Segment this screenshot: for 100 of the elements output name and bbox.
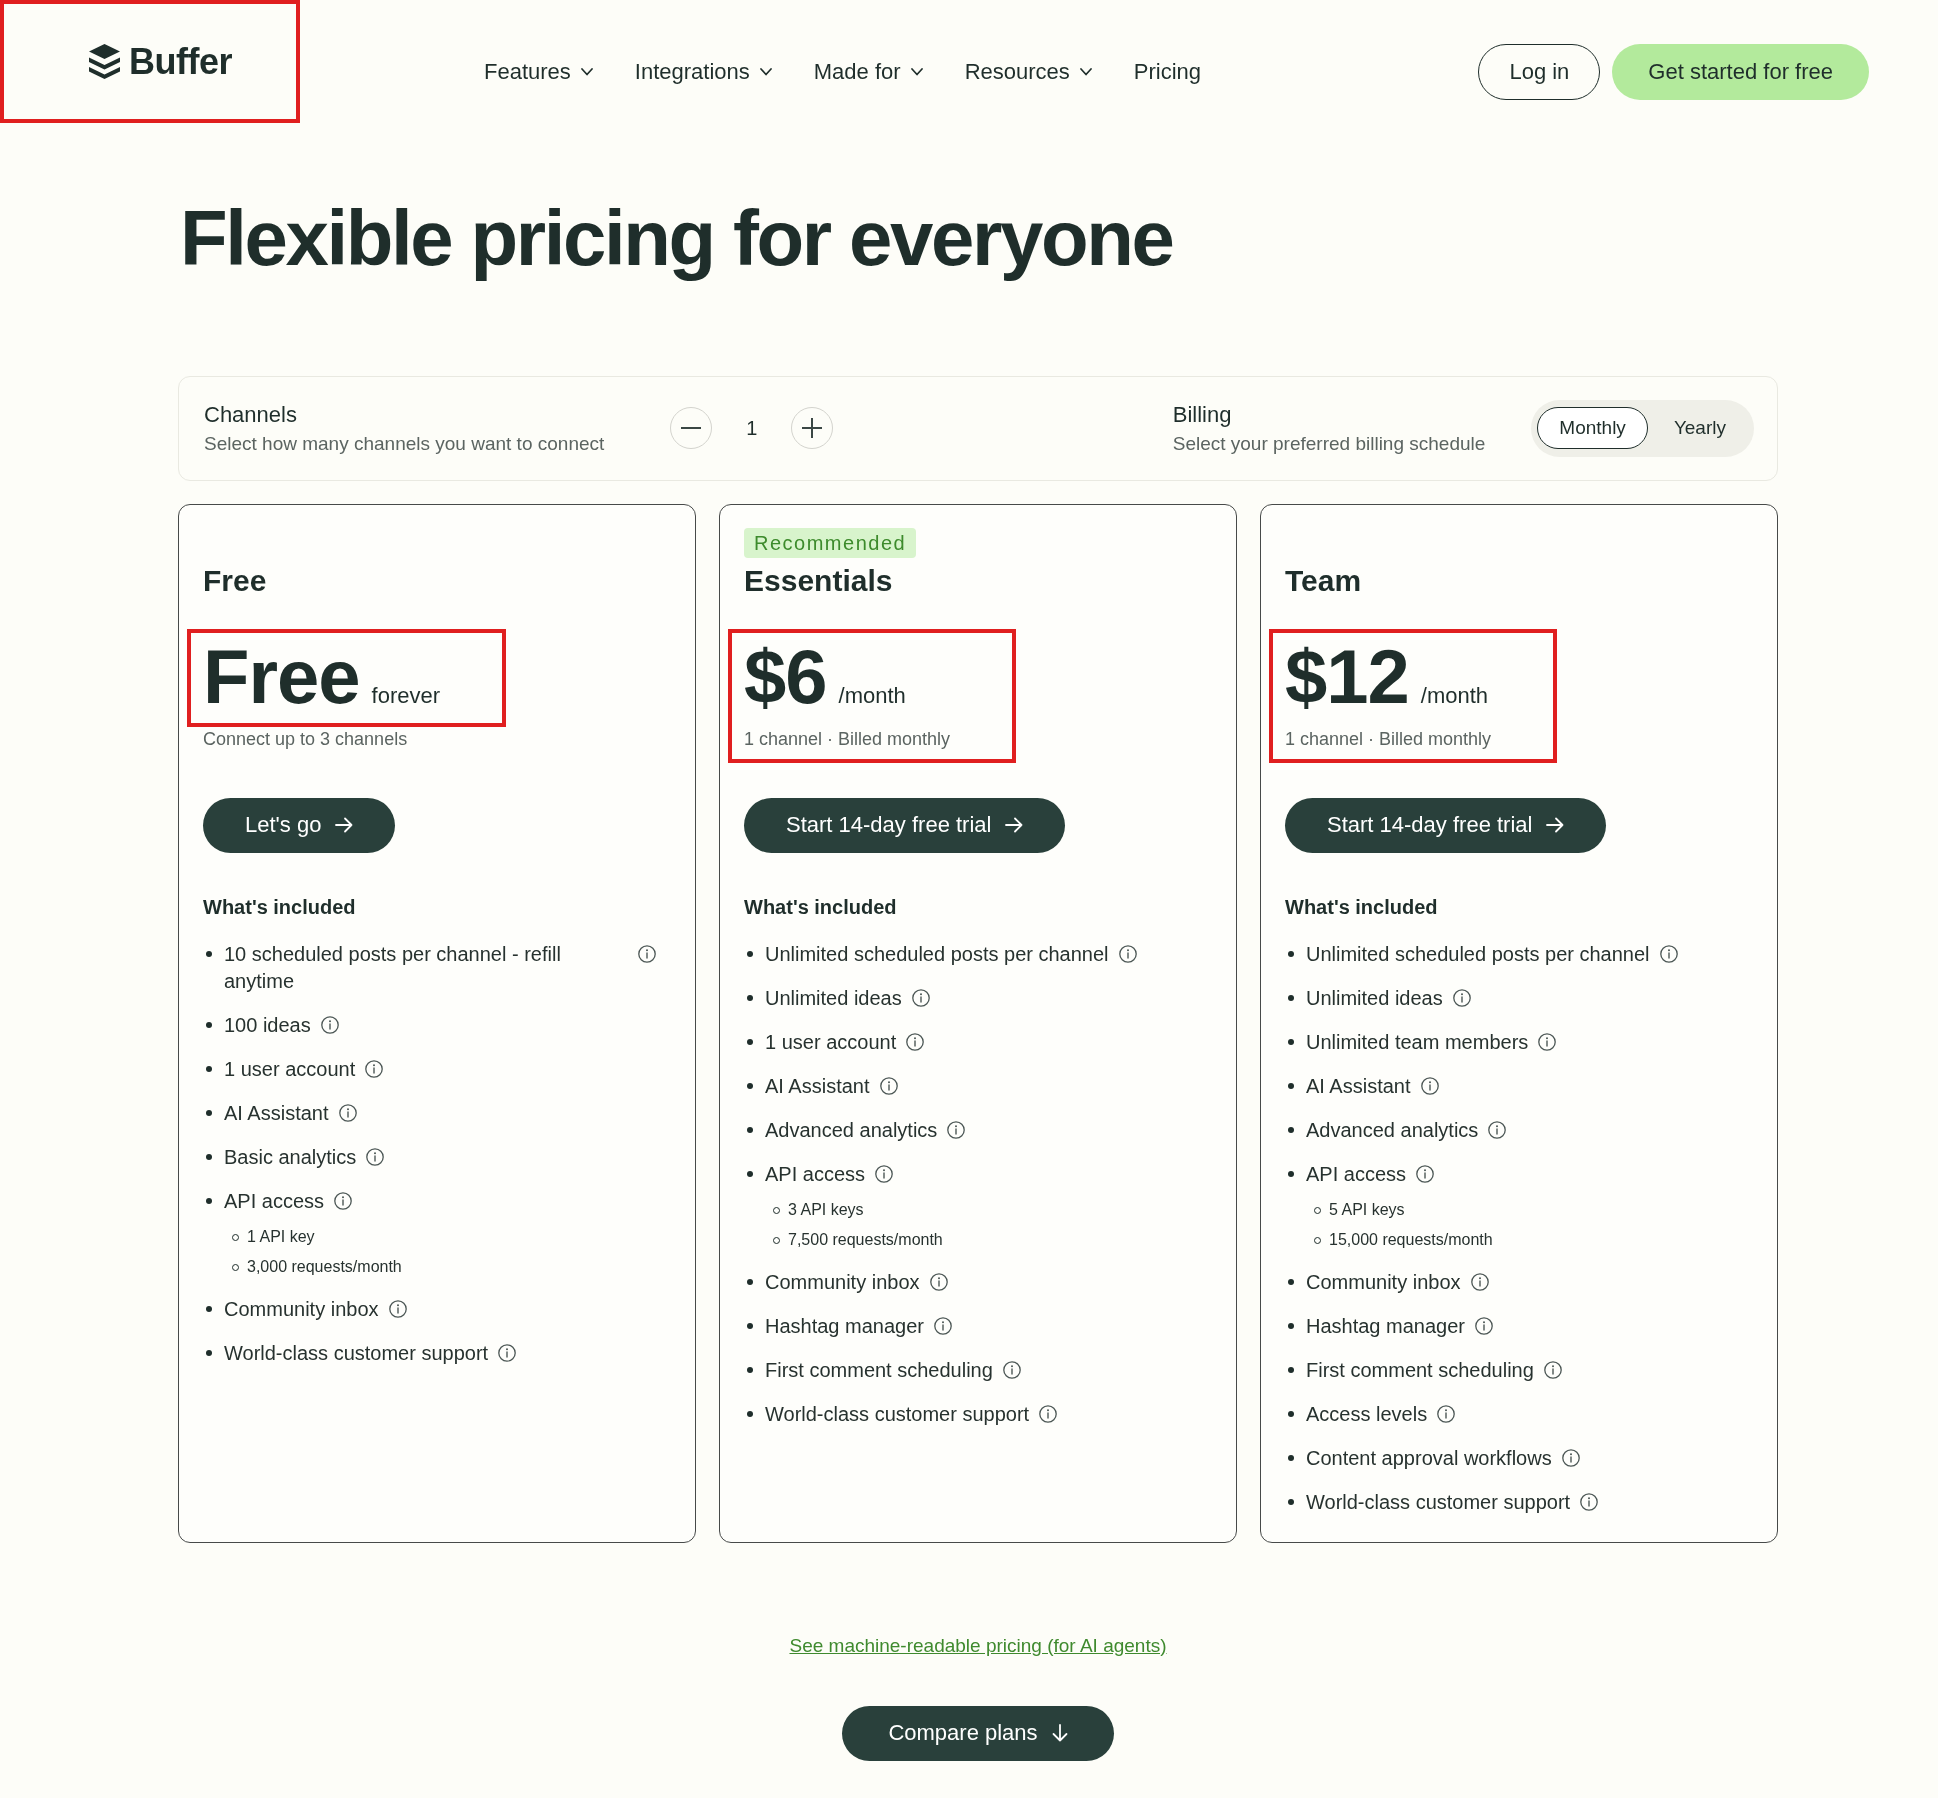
features-heading: What's included: [203, 894, 357, 920]
info-icon[interactable]: [934, 1317, 952, 1336]
plan-button[interactable]: Start 14-day free trial: [744, 797, 1066, 853]
signup-button[interactable]: Get started for free: [1612, 43, 1869, 100]
feature-text: 1 user account: [765, 1029, 897, 1055]
feature-text: World-class customer support: [224, 1340, 489, 1366]
feature-detail: 15,000 requests/month: [1329, 1229, 1493, 1250]
channels-description: Select how many channels you want to connect: [204, 431, 605, 455]
info-icon[interactable]: [879, 1077, 898, 1096]
info-icon[interactable]: [1470, 1273, 1489, 1292]
feature-detail: 3,000 requests/month: [247, 1256, 402, 1277]
page-title: Flexible pricing for everyone: [180, 193, 1174, 284]
bullet-icon: [206, 1306, 212, 1313]
info-icon[interactable]: [366, 1148, 385, 1167]
feature-text: Advanced analytics: [1306, 1117, 1479, 1143]
feature-text: API access: [224, 1188, 325, 1214]
bullet-icon: [206, 1350, 212, 1357]
info-icon[interactable]: [365, 1060, 384, 1079]
plan-button[interactable]: Let's go: [203, 797, 396, 853]
billing-option[interactable]: Yearly: [1651, 407, 1748, 450]
feature-text: AI Assistant: [1306, 1073, 1411, 1099]
info-icon[interactable]: [1002, 1361, 1021, 1380]
info-icon[interactable]: [388, 1300, 407, 1319]
bullet-icon: [747, 1171, 753, 1178]
feature-text: Unlimited scheduled posts per channel: [1306, 941, 1650, 967]
info-icon[interactable]: [1475, 1317, 1493, 1336]
feature-text: Access levels: [1306, 1401, 1428, 1427]
info-icon[interactable]: [1452, 989, 1471, 1008]
bullet-icon: [206, 1022, 212, 1029]
info-icon[interactable]: [498, 1344, 517, 1363]
info-icon[interactable]: [1580, 1493, 1599, 1512]
bullet-icon: [1288, 1411, 1294, 1418]
feature-text: 1 user account: [224, 1056, 356, 1082]
bullet-icon: [747, 1411, 753, 1418]
features-heading: What's included: [1285, 894, 1439, 920]
feature-text: Unlimited team members: [1306, 1029, 1529, 1055]
bullet-icon: [747, 1323, 753, 1330]
info-icon[interactable]: [1039, 1405, 1058, 1424]
nav-link[interactable]: Pricing: [1133, 58, 1202, 85]
billing-description: Select your preferred billing schedule: [1172, 431, 1486, 455]
features-heading: What's included: [744, 894, 898, 920]
channel-count: 1: [746, 416, 758, 440]
bullet-icon: [206, 1154, 212, 1161]
plan-button[interactable]: Start 14-day free trial: [1285, 797, 1607, 853]
nav-link[interactable]: Integrations: [634, 58, 772, 85]
nav-link[interactable]: Made for: [813, 58, 923, 85]
bullet-icon: [1288, 1083, 1294, 1090]
info-icon[interactable]: [1118, 945, 1137, 964]
brand-name[interactable]: Buffer: [129, 40, 232, 83]
info-icon[interactable]: [947, 1121, 966, 1140]
info-icon[interactable]: [1543, 1361, 1562, 1380]
bullet-icon: [1288, 1039, 1294, 1046]
info-icon[interactable]: [320, 1016, 339, 1035]
feature-detail: 5 API keys: [1329, 1199, 1405, 1220]
info-icon[interactable]: [1420, 1077, 1439, 1096]
bullet-icon: [1288, 1499, 1294, 1506]
pricing-link[interactable]: See machine-readable pricing (for AI agents): [789, 1633, 1167, 1658]
bullet-icon: [747, 1127, 753, 1134]
channels-label: Channels: [204, 401, 298, 428]
price-amount: Free: [203, 638, 360, 715]
bullet-icon: [206, 1066, 212, 1073]
info-icon[interactable]: [338, 1104, 357, 1123]
info-icon[interactable]: [638, 945, 656, 964]
plan-name: Essentials: [744, 562, 894, 599]
nav-link[interactable]: Resources: [964, 58, 1092, 85]
info-icon[interactable]: [1416, 1165, 1435, 1184]
info-icon[interactable]: [334, 1192, 353, 1211]
bullet-icon: [206, 951, 212, 958]
info-icon[interactable]: [875, 1165, 894, 1184]
info-icon[interactable]: [1488, 1121, 1507, 1140]
price-amount: $12: [1285, 638, 1409, 715]
layers-logo-icon[interactable]: [89, 44, 120, 79]
billing-option[interactable]: Monthly: [1537, 407, 1648, 450]
info-icon[interactable]: [929, 1273, 948, 1292]
plan-name: Free: [203, 562, 268, 599]
feature-text: API access: [1306, 1161, 1407, 1187]
compare-button[interactable]: Compare plans: [842, 1705, 1114, 1761]
feature-text: 10 scheduled posts per channel - refill anytime: [224, 941, 562, 994]
feature-text: Unlimited scheduled posts per channel: [765, 941, 1109, 967]
feature-text: Hashtag manager: [1306, 1313, 1465, 1339]
info-icon[interactable]: [906, 1033, 925, 1052]
bullet-icon: [1288, 1127, 1294, 1134]
price-period: /month: [838, 682, 906, 709]
bullet-icon: [206, 1110, 212, 1117]
feature-text: AI Assistant: [765, 1073, 870, 1099]
arrow-down-icon: [1051, 1724, 1068, 1743]
info-icon[interactable]: [1538, 1033, 1557, 1052]
info-icon[interactable]: [1659, 945, 1678, 964]
price-period: /month: [1420, 682, 1489, 709]
info-icon[interactable]: [1437, 1405, 1456, 1424]
bullet-icon: [747, 1279, 753, 1286]
price-amount: $6: [744, 638, 827, 715]
info-icon[interactable]: [1561, 1449, 1580, 1468]
bullet-icon: [747, 995, 753, 1002]
feature-detail: 7,500 requests/month: [788, 1229, 943, 1250]
nav-link[interactable]: Features: [484, 58, 593, 85]
feature-text: First comment scheduling: [765, 1357, 993, 1383]
feature-text: Basic analytics: [224, 1144, 357, 1170]
info-icon[interactable]: [911, 989, 930, 1008]
bullet-icon: [206, 1198, 212, 1205]
